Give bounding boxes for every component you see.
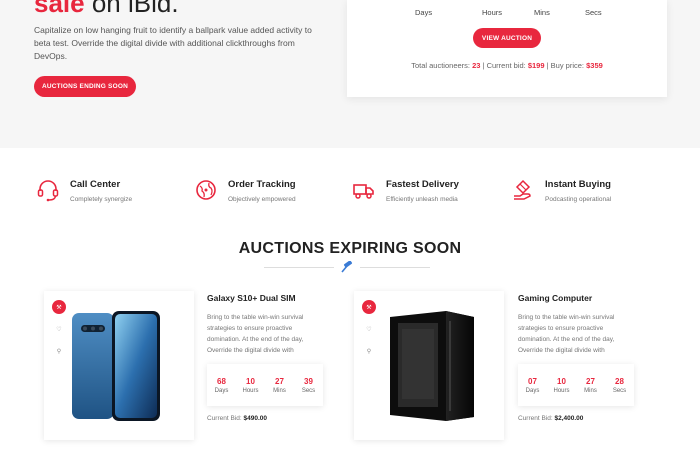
countdown-unit: Secs <box>301 387 316 394</box>
countdown-label-secs: Secs <box>585 8 602 17</box>
heart-icon[interactable]: ♡ <box>362 322 376 336</box>
heart-icon[interactable]: ♡ <box>52 322 66 336</box>
countdown-unit: Mins <box>273 387 286 394</box>
countdown-number: 27 <box>586 376 595 386</box>
countdown-unit: Secs <box>612 387 627 394</box>
total-auctioneers-value: 23 <box>472 61 481 70</box>
computer-case-image <box>390 311 474 421</box>
hero-title-rest: on iBid. <box>84 0 179 18</box>
current-bid-label: Current Bid: <box>207 415 242 422</box>
feature-title: Fastest Delivery <box>386 179 459 190</box>
product-countdown: 07 Days 10 Hours 27 Mins 28 Secs <box>518 364 634 406</box>
hand-icon <box>514 179 531 200</box>
countdown-unit: Hours <box>242 387 259 394</box>
countdown-number: 39 <box>304 376 313 386</box>
countdown-number: 68 <box>217 376 226 386</box>
countdown-unit: Hours <box>553 387 570 394</box>
gavel-icon <box>341 261 353 273</box>
product-countdown: 68 Days 10 Hours 27 Mins 39 Secs <box>207 364 323 406</box>
feature-title: Order Tracking <box>228 179 296 190</box>
countdown-label-mins: Mins <box>534 8 550 17</box>
countdown-label-hours: Hours <box>482 8 503 17</box>
product-title[interactable]: Galaxy S10+ Dual SIM <box>207 293 296 303</box>
countdown-mins: 27 Mins <box>265 364 294 406</box>
product-image-card[interactable]: ⚒ ♡ ⚲ <box>354 291 504 440</box>
bid-hammer-icon[interactable]: ⚒ <box>362 300 376 314</box>
hero-section: sale on iBid. Capitalize on low hanging … <box>0 0 700 148</box>
countdown-hours: 10 Hours <box>236 364 265 406</box>
countdown-label-days: Days <box>415 8 433 17</box>
divider-line-right <box>360 267 430 268</box>
countdown-hours: 10 Hours <box>547 364 576 406</box>
current-bid-value: $2,400.00 <box>554 415 584 422</box>
current-bid-value: $199 <box>527 61 545 70</box>
feature-subtitle: Objectively empowered <box>228 196 296 203</box>
feature-subtitle: Efficiently unleash media <box>386 196 458 203</box>
countdown-days: 68 Days <box>207 364 236 406</box>
divider-line-left <box>264 267 334 268</box>
current-bid-label: Current Bid: <box>518 415 553 422</box>
countdown-secs: 28 Secs <box>605 364 634 406</box>
truck-icon <box>353 184 374 199</box>
phone-image <box>72 311 160 421</box>
buy-price-label: | Buy price: <box>546 61 585 70</box>
current-bid-label: | Current bid: <box>482 61 526 70</box>
feature-subtitle: Podcasting operational <box>545 196 612 203</box>
countdown-unit: Days <box>525 387 540 394</box>
countdown-number: 28 <box>615 376 624 386</box>
view-auction-button[interactable]: VIEW AUCTION <box>473 28 541 48</box>
countdown-number: 10 <box>557 376 566 386</box>
search-icon[interactable]: ⚲ <box>362 344 376 358</box>
countdown-number: 27 <box>275 376 284 386</box>
current-bid: Current Bid: $2,400.00 <box>518 415 583 422</box>
countdown-secs: 39 Secs <box>294 364 323 406</box>
countdown-unit: Mins <box>584 387 597 394</box>
total-auctioneers-label: Total auctioneers: <box>411 61 470 70</box>
countdown-days: 07 Days <box>518 364 547 406</box>
buy-price-value: $359 <box>586 61 603 70</box>
feature-subtitle: Completely synergize <box>70 196 133 203</box>
auction-totals: Total auctioneers: 23 | Current bid: $19… <box>347 61 667 70</box>
bid-hammer-icon[interactable]: ⚒ <box>52 300 66 314</box>
auctions-ending-soon-button[interactable]: AUCTIONS ENDING SOON <box>34 76 136 97</box>
product-actions: ⚒ ♡ ⚲ <box>362 300 378 366</box>
product-image-card[interactable]: ⚒ ♡ ⚲ <box>44 291 194 440</box>
current-bid-value: $490.00 <box>243 415 268 422</box>
countdown-number: 07 <box>528 376 537 386</box>
headset-icon <box>37 180 59 202</box>
countdown-number: 10 <box>246 376 255 386</box>
hero-description: Capitalize on low hanging fruit to ident… <box>34 25 312 61</box>
countdown-unit: Days <box>214 387 229 394</box>
product-title[interactable]: Gaming Computer <box>518 293 592 303</box>
feature-title: Instant Buying <box>545 179 611 190</box>
globe-icon <box>196 180 216 200</box>
countdown-mins: 27 Mins <box>576 364 605 406</box>
hero-title-accent: sale <box>34 0 85 18</box>
current-bid: Current Bid: $490.00 <box>207 415 267 422</box>
section-title: AUCTIONS EXPIRING SOON <box>238 240 462 257</box>
feature-title: Call Center <box>70 179 121 190</box>
featured-auction-card: Days Hours Mins Secs VIEW AUCTION Total … <box>347 0 667 97</box>
product-description: Bring to the table win-win survival stra… <box>207 314 304 354</box>
hero-title: sale on iBid. <box>34 0 179 19</box>
product-description: Bring to the table win-win survival stra… <box>518 314 615 354</box>
search-icon[interactable]: ⚲ <box>52 344 66 358</box>
